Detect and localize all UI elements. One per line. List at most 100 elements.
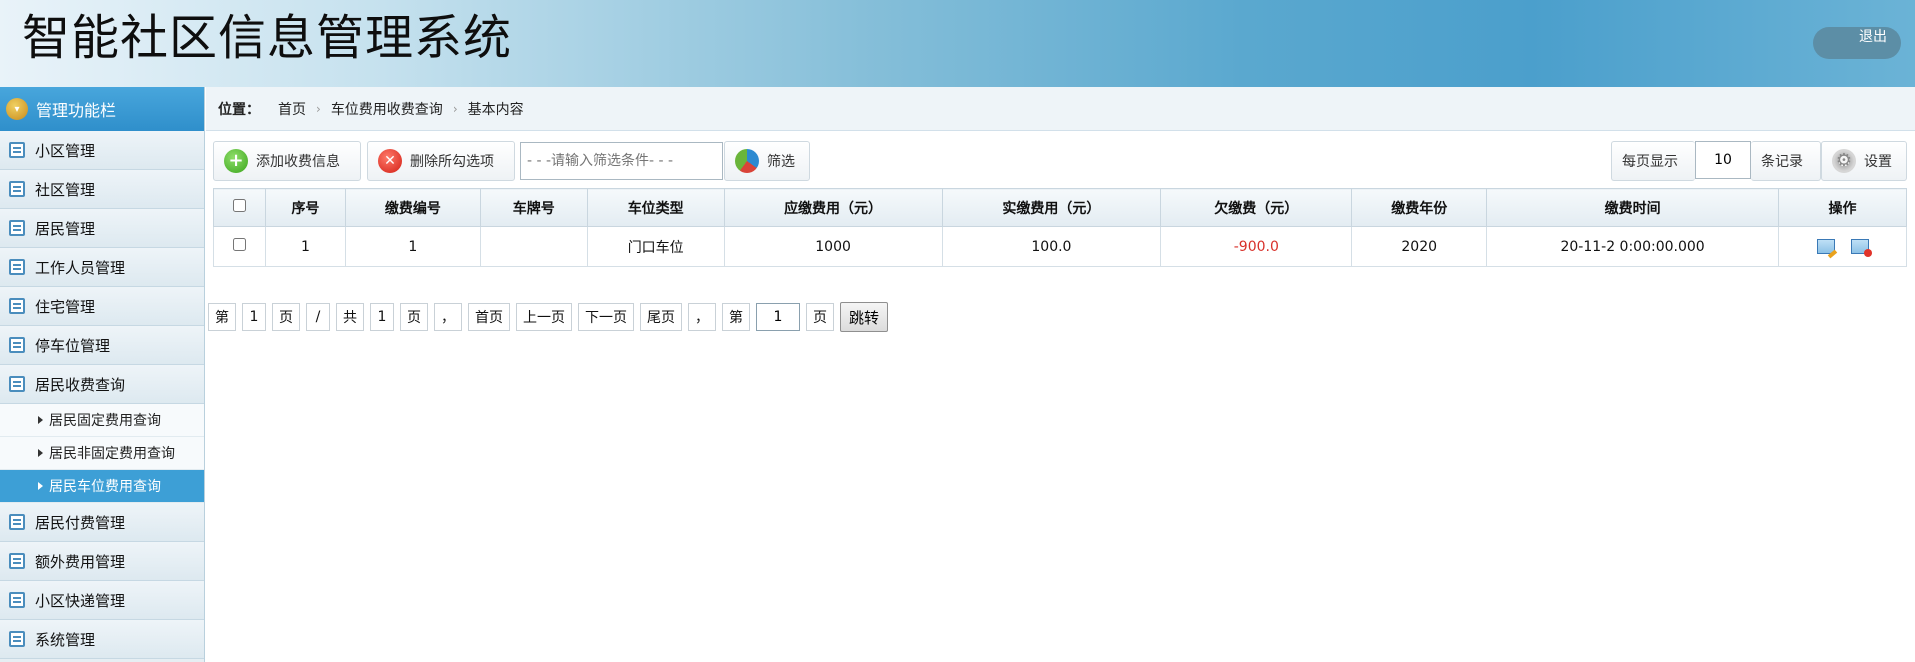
cell-space-type: 门口车位 bbox=[586, 226, 725, 267]
add-fee-button[interactable]: + 添加收费信息 bbox=[213, 141, 361, 181]
pager-comma: ， bbox=[688, 303, 716, 331]
sidebar-item-express[interactable]: 小区快递管理 bbox=[0, 581, 204, 620]
toolbar: + 添加收费信息 ✕ 删除所勾选项 筛选 每页显示 条记录 ⚙ 设置 bbox=[213, 141, 1907, 181]
pager-slash: / bbox=[306, 303, 330, 331]
sidebar-item-community[interactable]: 小区管理 bbox=[0, 131, 204, 170]
message-icon bbox=[9, 181, 25, 197]
sidebar: ▾ 管理功能栏 小区管理 社区管理 居民管理 工作人员管理 住宅管理 停车位管理… bbox=[0, 87, 205, 662]
sidebar-subitem-label: 居民非固定费用查询 bbox=[49, 446, 175, 462]
filter-button[interactable]: 筛选 bbox=[724, 141, 810, 181]
sidebar-subitem-parking-fee[interactable]: 居民车位费用查询 bbox=[0, 470, 204, 503]
sidebar-item-payment[interactable]: 居民付费管理 bbox=[0, 503, 204, 542]
sidebar-subitem-fixed-fee[interactable]: 居民固定费用查询 bbox=[0, 404, 204, 437]
column-header: 缴费编号 bbox=[344, 188, 481, 227]
select-all-checkbox[interactable] bbox=[232, 199, 246, 212]
pager-last-button[interactable]: 尾页 bbox=[640, 303, 682, 331]
close-icon: ✕ bbox=[378, 149, 402, 173]
app-title: 智能社区信息管理系统 bbox=[22, 10, 513, 66]
sidebar-subitem-nonfixed-fee[interactable]: 居民非固定费用查询 bbox=[0, 437, 204, 470]
pager-page-prefix: 第 bbox=[208, 303, 236, 331]
sidebar-item-residents[interactable]: 居民管理 bbox=[0, 209, 204, 248]
cell-due: 1000 bbox=[723, 226, 943, 267]
sidebar-item-label: 居民管理 bbox=[35, 219, 96, 238]
sidebar-item-parking[interactable]: 停车位管理 bbox=[0, 326, 204, 365]
settings-button[interactable]: ⚙ 设置 bbox=[1821, 141, 1907, 181]
edit-icon[interactable] bbox=[1816, 239, 1835, 254]
per-page-field bbox=[1695, 141, 1751, 179]
column-header: 欠缴费（元） bbox=[1160, 188, 1353, 227]
caret-right-icon bbox=[38, 449, 43, 457]
pager-total-suffix: 页 bbox=[400, 303, 428, 331]
sidebar-item-system[interactable]: 系统管理 bbox=[0, 620, 204, 659]
pie-chart-icon bbox=[735, 149, 759, 173]
column-header: 缴费年份 bbox=[1351, 188, 1488, 227]
edit-icon bbox=[9, 220, 25, 236]
cell-time: 20-11-2 0:00:00.000 bbox=[1486, 226, 1780, 267]
fee-table: 序号 缴费编号 车牌号 车位类型 应缴费用（元） 实缴费用（元） 欠缴费（元） … bbox=[213, 188, 1907, 267]
calendar-icon bbox=[9, 553, 25, 569]
sidebar-item-label: 小区快递管理 bbox=[35, 591, 126, 610]
filter-label: 筛选 bbox=[767, 154, 795, 170]
cell-paid: 100.0 bbox=[941, 226, 1162, 267]
column-header: 操作 bbox=[1778, 188, 1907, 227]
per-page-label: 每页显示 bbox=[1611, 141, 1695, 181]
sidebar-subitem-label: 居民固定费用查询 bbox=[49, 413, 161, 429]
gear-icon: ⚙ bbox=[1832, 149, 1856, 173]
per-page-text: 每页显示 bbox=[1622, 154, 1678, 170]
cell-payment-no: 1 bbox=[344, 226, 481, 267]
delete-icon[interactable] bbox=[1850, 239, 1872, 257]
sidebar-item-label: 居民付费管理 bbox=[35, 513, 126, 532]
cell-seq: 1 bbox=[264, 226, 346, 267]
pager-prev-button[interactable]: 上一页 bbox=[516, 303, 572, 331]
pagination: 第 1 页 / 共 1 页 ， 首页 上一页 下一页 尾页 ， 第 页 跳转 bbox=[208, 302, 889, 332]
jump-button[interactable]: 跳转 bbox=[840, 302, 889, 332]
table-header-row: 序号 缴费编号 车牌号 车位类型 应缴费用（元） 实缴费用（元） 欠缴费（元） … bbox=[213, 188, 1907, 227]
sidebar-item-label: 停车位管理 bbox=[35, 336, 111, 355]
breadcrumb-section[interactable]: 车位费用收费查询 bbox=[331, 99, 443, 119]
sidebar-item-staff[interactable]: 工作人员管理 bbox=[0, 248, 204, 287]
sidebar-item-extra-fee[interactable]: 额外费用管理 bbox=[0, 542, 204, 581]
calendar-icon bbox=[9, 298, 25, 314]
sidebar-item-label: 居民收费查询 bbox=[35, 375, 126, 394]
cell-owed: -900.0 bbox=[1160, 226, 1353, 267]
delete-selected-button[interactable]: ✕ 删除所勾选项 bbox=[367, 141, 515, 181]
breadcrumb-home[interactable]: 首页 bbox=[278, 99, 306, 119]
menu-icon bbox=[9, 142, 25, 158]
calendar-icon bbox=[9, 592, 25, 608]
cell-year: 2020 bbox=[1351, 226, 1488, 267]
chevron-right-icon: › bbox=[452, 101, 458, 116]
pager-jump-suffix: 页 bbox=[806, 303, 834, 331]
logout-button[interactable]: 退出 bbox=[1813, 27, 1901, 59]
breadcrumb: 位置： 首页 › 车位费用收费查询 › 基本内容 bbox=[206, 87, 1915, 131]
per-page-input[interactable] bbox=[1695, 141, 1751, 179]
row-checkbox[interactable] bbox=[232, 238, 246, 251]
calendar-icon bbox=[9, 259, 25, 275]
pager-comma: ， bbox=[434, 303, 462, 331]
pager-first-button[interactable]: 首页 bbox=[468, 303, 510, 331]
table-row: 1 1 门口车位 1000 100.0 -900.0 2020 20-11-2 … bbox=[213, 226, 1907, 267]
sidebar-item-label: 住宅管理 bbox=[35, 297, 96, 316]
page-jump-input[interactable] bbox=[756, 303, 800, 331]
calendar-icon bbox=[9, 337, 25, 353]
pager-total-pages: 1 bbox=[370, 303, 394, 331]
caret-right-icon bbox=[38, 416, 43, 424]
column-header: 序号 bbox=[264, 188, 346, 227]
sidebar-item-label: 工作人员管理 bbox=[35, 258, 126, 277]
sidebar-item-label: 小区管理 bbox=[35, 141, 96, 160]
settings-label: 设置 bbox=[1864, 154, 1892, 170]
filter-input[interactable] bbox=[520, 142, 723, 180]
cell-actions bbox=[1778, 226, 1907, 267]
sidebar-item-district[interactable]: 社区管理 bbox=[0, 170, 204, 209]
select-all-cell bbox=[213, 188, 266, 227]
pager-next-button[interactable]: 下一页 bbox=[578, 303, 634, 331]
sidebar-subitem-label: 居民车位费用查询 bbox=[49, 479, 161, 495]
pager-total-prefix: 共 bbox=[336, 303, 364, 331]
sidebar-heading[interactable]: ▾ 管理功能栏 bbox=[0, 87, 204, 131]
chevron-down-icon: ▾ bbox=[6, 98, 28, 120]
calendar-icon bbox=[9, 514, 25, 530]
sidebar-item-fee-query[interactable]: 居民收费查询 bbox=[0, 365, 204, 404]
add-fee-label: 添加收费信息 bbox=[256, 154, 340, 170]
pager-current-page: 1 bbox=[242, 303, 266, 331]
sidebar-item-housing[interactable]: 住宅管理 bbox=[0, 287, 204, 326]
column-header: 车牌号 bbox=[479, 188, 588, 227]
